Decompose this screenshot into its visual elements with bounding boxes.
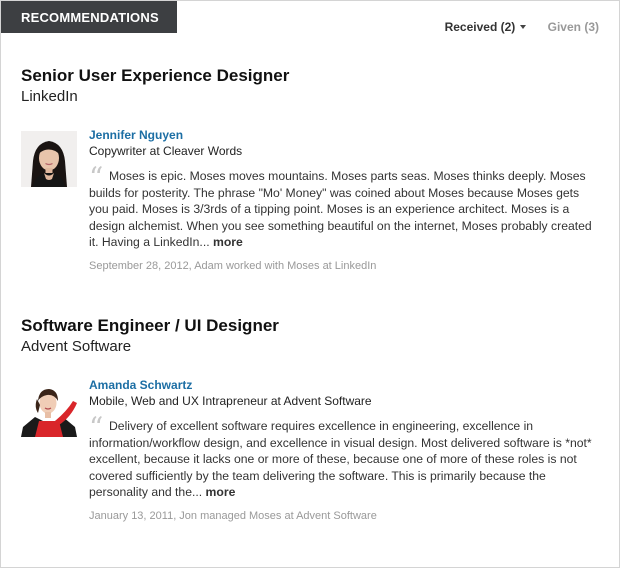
recommendations-panel: RECOMMENDATIONS Received (2) Given (3) S…	[0, 0, 620, 568]
quote-icon: “	[89, 161, 104, 194]
recommendation-item: Amanda Schwartz Mobile, Web and UX Intra…	[21, 377, 601, 527]
recommender-name-link[interactable]: Jennifer Nguyen	[89, 127, 601, 143]
avatar[interactable]	[21, 381, 77, 437]
more-link[interactable]: more	[213, 235, 243, 249]
recommendation-body: Amanda Schwartz Mobile, Web and UX Intra…	[89, 377, 601, 523]
recommendation-meta: September 28, 2012, Adam worked with Mos…	[89, 259, 377, 272]
avatar[interactable]	[21, 131, 77, 187]
job-section: Senior User Experience Designer LinkedIn…	[21, 66, 601, 277]
recommender-headline: Copywriter at Cleaver Words	[89, 144, 243, 158]
recommendation-text: Moses is epic. Moses moves mountains. Mo…	[89, 169, 592, 249]
recommendation-item: Jennifer Nguyen Copywriter at Cleaver Wo…	[21, 127, 601, 277]
job-section: Software Engineer / UI Designer Advent S…	[21, 316, 601, 527]
recommender-name-link[interactable]: Amanda Schwartz	[89, 377, 601, 393]
recommendation-quote: “ Delivery of excellent software require…	[89, 414, 601, 501]
job-company: LinkedIn	[21, 88, 78, 105]
quote-icon: “	[89, 411, 104, 444]
recommender-headline: Mobile, Web and UX Intrapreneur at Adven…	[89, 394, 372, 408]
tab-received[interactable]: Received (2)	[445, 20, 527, 34]
section-title: RECOMMENDATIONS	[1, 1, 177, 33]
job-title: Senior User Experience Designer	[21, 66, 290, 85]
more-link[interactable]: more	[206, 485, 236, 499]
tab-given[interactable]: Given (3)	[548, 20, 599, 34]
recommendation-quote: “ Moses is epic. Moses moves mountains. …	[89, 164, 601, 251]
job-title: Software Engineer / UI Designer	[21, 316, 279, 335]
recommendation-text: Delivery of excellent software requires …	[89, 419, 592, 499]
caret-down-icon	[520, 24, 527, 29]
recommendation-meta: January 13, 2011, Jon managed Moses at A…	[89, 509, 377, 522]
recommendation-tabs: Received (2) Given (3)	[445, 20, 599, 34]
recommendation-body: Jennifer Nguyen Copywriter at Cleaver Wo…	[89, 127, 601, 273]
tab-received-label: Received (2)	[444, 20, 516, 34]
job-company: Advent Software	[21, 338, 132, 355]
